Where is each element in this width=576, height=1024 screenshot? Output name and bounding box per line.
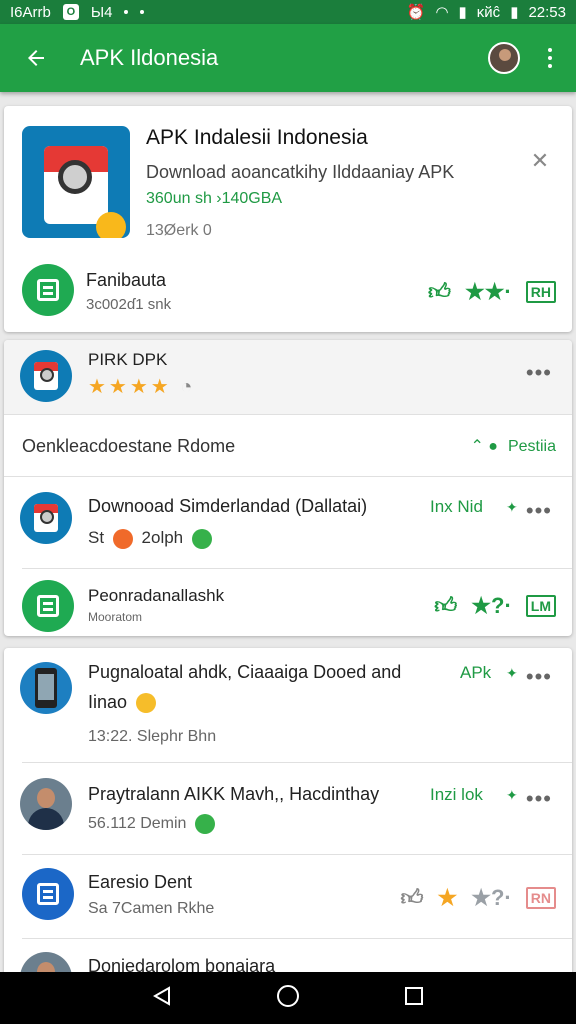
app-icon [20,350,72,402]
alarm-icon: ⏰ [406,4,426,21]
featured-app-meta: 13Øerk 0 [146,222,212,239]
row-title[interactable]: Earesio Dent [88,872,192,893]
nav-home-icon[interactable] [276,984,300,1013]
row-title[interactable]: Downooad Simderlandad (Dallatai) [88,496,367,517]
nav-back-icon[interactable] [151,985,173,1012]
signal-icon: ▮ [458,4,467,21]
close-icon[interactable]: ✕ [528,148,552,174]
row-sub-part2: 2olph [141,528,184,547]
row-tag: APk [460,663,492,682]
row-actions: 👍︎ ★?· LM [434,592,556,619]
back-arrow-icon[interactable] [14,36,58,80]
check-icon [191,528,212,549]
row-tag: Inzi lok [430,785,483,804]
nav-recents-icon[interactable] [403,985,425,1012]
more-options-icon[interactable]: ••• [526,664,552,690]
section-link-label: Pestiia [507,438,556,455]
star-icon[interactable]: ★★· [465,279,512,305]
row-sub-text: 56.112 Demin [88,815,187,833]
status-mid-text: Ы4 [90,3,113,21]
plus-icon[interactable]: ✦ [506,665,518,682]
featured-app-subtitle: Download aoancatkihy Ilddaaniay APK [146,162,455,182]
more-options-icon[interactable]: ••• [526,360,552,386]
status-right-text: ĸйĉ [476,3,501,21]
battery-icon: ▮ [510,4,519,21]
user-avatar[interactable] [488,42,520,74]
notification-dot-icon [124,10,129,14]
overflow-menu-icon[interactable] [538,40,562,76]
plus-icon[interactable]: ✦ [506,787,518,804]
more-options-icon[interactable]: ••• [526,498,552,524]
star-half-icon[interactable]: ★?· [471,885,512,911]
app-icon-green [22,580,74,632]
clock: 22:53 [528,3,566,21]
status-badge: LM [525,594,556,617]
row-subtitle: 56.112 Demin [88,814,219,834]
row-subtitle: Mooratom [88,610,143,624]
star-icon[interactable]: ★?· [471,593,512,619]
thumbs-up-icon[interactable]: 👍︎ [428,278,451,305]
row-title-line1[interactable]: Pugnaloatal ahdk, Ciaaaiga Dooed and [88,662,401,683]
row-subtitle: 3c002ɗ1 snk [86,296,172,313]
thumbs-up-icon[interactable]: 👍︎ [401,884,424,911]
row-title[interactable]: Fanibauta [86,270,166,291]
featured-app-card[interactable]: APK Indalesii Indonesia Download aoancat… [4,106,572,332]
row-subtitle: St 2olph [88,528,216,549]
app-bar: APK Ildonesia [0,24,576,92]
section-label: Oenkleacdoestane Rdome [22,436,236,456]
app-icon [20,662,72,714]
status-left-text: I6Arrb [10,3,51,21]
heart-icon [112,528,133,549]
row-title-line2-text: Iinao [88,692,128,712]
row-sub-part1: St [88,528,105,547]
thinking-emoji-icon [136,693,157,714]
system-nav-bar [0,972,576,1024]
row-tag: Inx Nid [430,497,483,516]
row-subtitle: 13:22. Slephr Bhn [88,728,217,745]
notification-icon: O [62,4,79,20]
thumbs-up-icon[interactable]: 👍︎ [434,592,457,619]
smiley-icon [96,212,126,238]
plus-icon[interactable]: ✦ [506,499,518,516]
app-title[interactable]: PIRK DPK [88,350,167,370]
row-title-line2: Iinao [88,692,160,714]
status-badge: RN [525,886,556,909]
wifi-icon: ◠ [435,4,449,21]
check-icon [194,814,215,834]
rating-stars-icon: ★★★★ ◔ [88,376,196,398]
more-options-icon[interactable]: ••• [526,786,552,812]
page-title: APK Ildonesia [80,45,219,70]
status-bar: I6Arrb O Ы4 ⏰ ◠ ▮ ĸйĉ ▮ 22:53 [0,0,576,24]
section-link[interactable]: ⌃ ● Pestiia [470,436,556,456]
app-icon [22,126,130,238]
row-title[interactable]: Praytralann AIKK Mavh,, Hacdinthay [88,784,379,805]
app-list-card: Pugnaloatal ahdk, Ciaaaiga Dooed and APk… [4,648,572,1004]
chevron-up-icon: ⌃ ● [470,438,498,455]
app-list-card: PIRK DPK ★★★★ ◔ ••• Oenkleacdoestane Rdo… [4,340,572,636]
row-title[interactable]: Peonradanallashk [88,586,224,606]
star-icon[interactable]: ★ [438,885,458,911]
user-avatar [20,778,72,830]
app-icon [20,492,72,544]
featured-app-size: 360un sh ›140GBA [146,190,283,207]
row-actions: 👍︎ ★ ★?· RN [401,884,556,911]
app-icon-green [22,264,74,316]
notification-dot-icon [140,10,145,14]
row-subtitle: Sa 7Camen Rkhe [88,900,215,917]
featured-app-title: APK Indalesii Indonesia [146,126,368,149]
app-icon-blue [22,868,74,920]
status-badge: RH [525,280,556,303]
row-actions: 👍︎ ★★· RH [428,278,556,305]
